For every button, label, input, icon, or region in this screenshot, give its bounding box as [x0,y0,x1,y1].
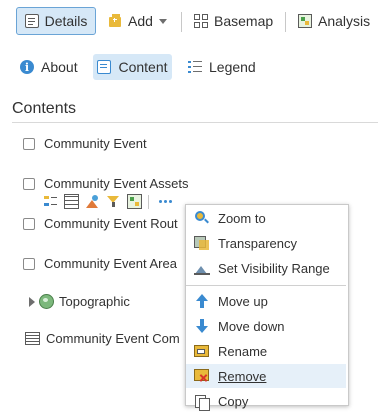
globe-icon [39,294,54,309]
layer-visibility-checkbox[interactable] [23,137,35,150]
menu-item-zoom-to[interactable]: Zoom to [186,206,346,230]
layer-name[interactable]: Community Event [44,136,147,151]
table-layer-item: Community Event Com [25,331,180,346]
copy-icon [194,393,210,411]
details-button[interactable]: Details [16,7,96,35]
layer-name[interactable]: Topographic [59,294,130,309]
menu-divider [186,285,346,286]
basemap-grid-icon [194,14,208,28]
basemap-label: Basemap [214,13,274,29]
tab-about-label: About [41,59,78,75]
menu-item-label: Move up [218,293,268,309]
menu-item-label: Rename [218,343,268,359]
layer-item: Community Event Rout [23,216,178,231]
menu-item-label: Remove [218,368,267,384]
add-button[interactable]: Add [108,7,167,35]
add-layer-icon [108,14,122,28]
layer-name[interactable]: Community Event Com [46,331,180,346]
layer-name[interactable]: Community Event Rout [44,216,178,231]
chevron-down-icon [158,18,167,24]
layer-visibility-checkbox[interactable] [23,217,35,230]
menu-item-remove[interactable]: Remove [186,364,346,388]
add-label: Add [128,13,153,29]
analysis-icon [298,14,312,28]
layer-visibility-checkbox[interactable] [23,257,35,270]
menu-item-transparency[interactable]: Transparency [186,231,346,255]
layer-tools [43,194,175,209]
menu-item-move-up[interactable]: Move up [186,289,346,313]
tab-legend[interactable]: Legend [188,54,256,80]
zoom-to-icon [194,210,210,226]
show-table-icon[interactable] [64,194,79,209]
menu-item-rename[interactable]: Rename [186,339,346,363]
toolbar-divider [285,12,286,32]
menu-item-label: Set Visibility Range [218,260,330,276]
menu-item-label: Transparency [218,235,297,251]
arrow-up-icon [194,293,210,309]
layer-name[interactable]: Community Event Area [44,256,177,271]
layer-item: Community Event Assets [23,176,189,191]
rename-icon [194,343,210,359]
basemap-layer-item: Topographic [29,294,130,309]
layer-item: Community Event Area [23,256,177,271]
remove-icon [194,368,210,384]
layer-visibility-checkbox[interactable] [23,177,35,190]
visibility-range-icon [194,260,210,276]
details-label: Details [44,13,88,29]
menu-item-move-down[interactable]: Move down [186,314,346,338]
tab-content[interactable]: Content [93,54,172,80]
analysis-button[interactable]: Analysis [298,7,370,35]
analysis-label: Analysis [318,13,371,29]
transparency-icon [194,235,210,251]
heading-divider [12,122,378,123]
layer-context-menu: Zoom to Transparency Set Visibility Rang… [185,204,349,411]
details-tabs: i About Content Legend [0,52,378,82]
basemap-button[interactable]: Basemap [194,7,273,35]
menu-item-label: Move down [218,318,285,334]
menu-item-set-visibility-range[interactable]: Set Visibility Range [186,256,346,280]
menu-item-label: Copy [218,393,249,409]
info-icon: i [20,60,34,74]
tab-legend-label: Legend [209,59,256,75]
legend-list-icon [188,60,202,74]
change-style-icon[interactable] [85,194,100,209]
top-toolbar: Details Add Basemap Analysis [0,0,378,44]
tool-divider [148,194,149,209]
layer-item: Community Event [23,136,147,151]
layer-name[interactable]: Community Event Assets [44,176,189,191]
expand-arrow-icon[interactable] [29,296,35,307]
tab-content-label: Content [118,59,168,75]
contents-heading: Contents [12,100,77,117]
menu-item-copy[interactable]: Copy [186,389,346,413]
toolbar-divider [181,12,182,32]
filter-icon[interactable] [106,194,121,209]
show-legend-icon[interactable] [43,194,58,209]
table-icon [25,332,40,345]
content-list-icon [97,60,112,74]
menu-item-label: Zoom to [218,210,266,226]
more-options-icon[interactable] [155,194,175,209]
analysis-icon[interactable] [127,194,142,209]
details-icon [24,14,39,28]
arrow-down-icon [194,318,210,334]
tab-about[interactable]: i About [20,54,78,80]
